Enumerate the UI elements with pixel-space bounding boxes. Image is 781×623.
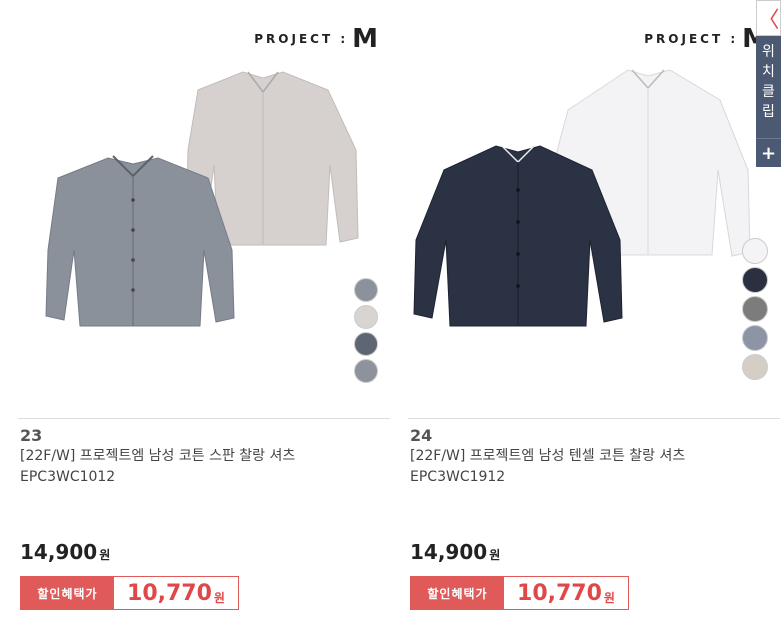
- divider: [408, 418, 780, 419]
- brand-text: PROJECT :: [644, 32, 739, 46]
- product-price: 14,900 원: [20, 540, 110, 564]
- sale-price: 10,770 원: [114, 577, 238, 609]
- shirt-illustration: [45, 71, 359, 327]
- product-title[interactable]: [22F/W] 프로젝트엠 남성 텐셀 코튼 찰랑 셔츠 EPC3WC1912: [410, 446, 762, 488]
- product-image[interactable]: [18, 0, 390, 418]
- divider: [18, 418, 390, 419]
- sale-price-unit: 원: [603, 590, 615, 605]
- product-title[interactable]: [22F/W] 프로젝트엠 남성 코튼 스판 찰랑 셔츠 EPC3WC1012: [20, 446, 372, 488]
- color-swatch[interactable]: [354, 278, 378, 302]
- sale-label: 할인혜택가: [411, 577, 504, 609]
- color-swatch[interactable]: [354, 305, 378, 329]
- color-swatch[interactable]: [354, 359, 378, 383]
- color-swatch[interactable]: [742, 238, 768, 264]
- sale-price-box: 할인혜택가 10,770 원: [410, 576, 629, 610]
- sale-price-unit: 원: [213, 590, 225, 605]
- price-value: 14,900: [410, 540, 488, 564]
- chevron-left-icon: 〈: [757, 8, 780, 33]
- brand-logo: PROJECT : M: [254, 24, 378, 54]
- price-value: 14,900: [20, 540, 98, 564]
- side-notice[interactable]: 위치클립: [756, 36, 781, 138]
- product-price: 14,900 원: [410, 540, 500, 564]
- sale-label: 할인혜택가: [21, 577, 114, 609]
- sale-price-value: 10,770: [127, 580, 212, 606]
- product-image[interactable]: [408, 0, 780, 418]
- color-swatch[interactable]: [742, 267, 768, 293]
- product-rank: 23: [20, 426, 43, 445]
- shirt-illustration: [413, 69, 751, 327]
- brand-logo: PROJECT : M: [644, 24, 768, 54]
- expand-button[interactable]: +: [756, 138, 781, 167]
- color-swatch[interactable]: [742, 325, 768, 351]
- price-unit: 원: [99, 548, 111, 562]
- color-swatches: [742, 238, 768, 380]
- sale-price-box: 할인혜택가 10,770 원: [20, 576, 239, 610]
- color-swatch[interactable]: [742, 354, 768, 380]
- color-swatch[interactable]: [354, 332, 378, 356]
- brand-mark: M: [352, 24, 378, 54]
- floating-side-panel: 〈 위치클립 +: [756, 0, 781, 190]
- price-unit: 원: [489, 548, 501, 562]
- product-card[interactable]: PROJECT : M 24 [22F/W] 프로젝트엠 남성 텐셀 코튼 찰랑…: [408, 0, 780, 623]
- color-swatch[interactable]: [742, 296, 768, 322]
- product-card[interactable]: PROJECT : M 23 [22F/W] 프로젝트엠 남성 코튼 스판 찰랑…: [18, 0, 390, 623]
- brand-text: PROJECT :: [254, 32, 349, 46]
- sale-price-value: 10,770: [517, 580, 602, 606]
- plus-icon: +: [760, 142, 777, 164]
- collapse-button[interactable]: 〈: [756, 0, 781, 36]
- color-swatches: [354, 278, 378, 383]
- sale-price: 10,770 원: [504, 577, 628, 609]
- product-rank: 24: [410, 426, 433, 445]
